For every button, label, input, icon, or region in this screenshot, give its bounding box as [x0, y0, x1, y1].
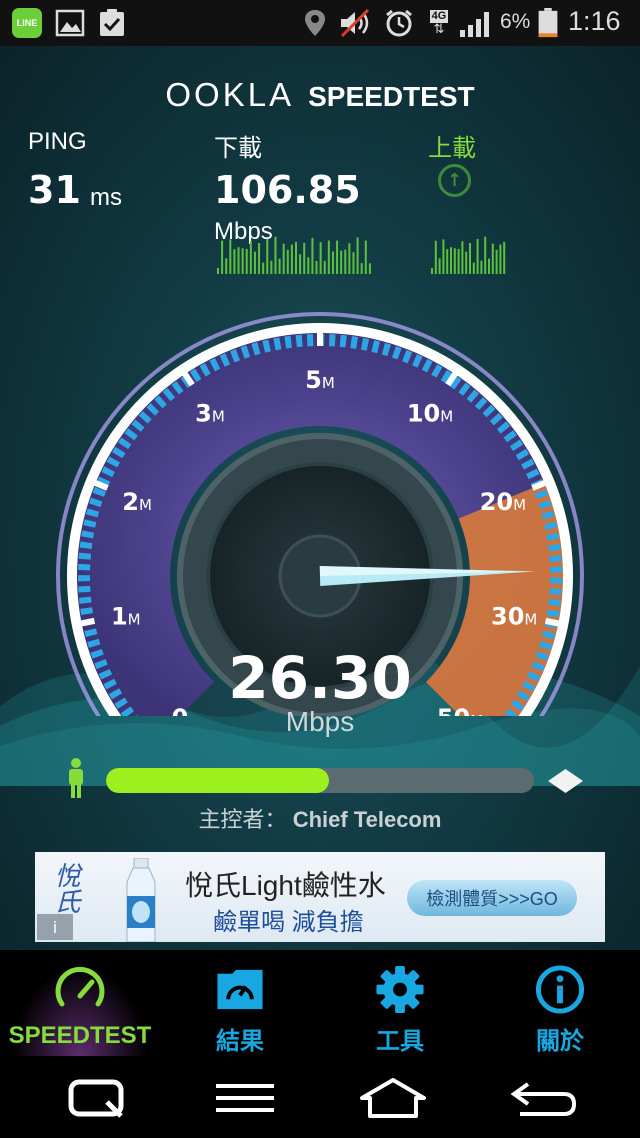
speedometer-icon [55, 966, 105, 1007]
speedtest-wordmark: SPEEDTEST [308, 81, 475, 112]
speedtest-screen: OOKLA SPEEDTEST PING 31 ms 下載 106.85 Mbps… [0, 46, 640, 950]
tab-tools[interactable]: 工具 [320, 950, 480, 1056]
ping-unit: ms [90, 184, 122, 211]
download-sparkline [217, 236, 371, 274]
ad-title: 悅氏Light鹼性水 [185, 870, 386, 901]
gear-icon [376, 965, 424, 1014]
gauge-major-tick [544, 617, 568, 629]
folder-gauge-icon [217, 969, 263, 1010]
host-label: 主控者： [198, 807, 287, 832]
signal-strength-icon [460, 12, 489, 37]
ad-info-icon[interactable]: i [37, 914, 73, 940]
person-icon [69, 758, 83, 798]
ping-label: PING [28, 128, 87, 155]
ad-brand: 悅氏 [50, 862, 80, 914]
upload-label: 上載 [428, 135, 476, 162]
network-type-indicator: 4G ⇅ [429, 9, 449, 37]
gallery-icon [55, 9, 85, 37]
tab-about[interactable]: 關於 [480, 950, 640, 1056]
current-speed-unit: Mbps [285, 706, 355, 737]
line-app-icon: LINE [12, 8, 42, 38]
menu-icon[interactable] [210, 1076, 280, 1120]
battery-percent: 6% [500, 10, 531, 33]
status-bar: LINE 4G ⇅ 6% 1:16 [0, 0, 640, 46]
tab-speedtest[interactable]: SPEEDTEST [0, 950, 160, 1056]
test-progress-fill [106, 768, 329, 793]
test-progress-bar [106, 768, 534, 793]
home-icon[interactable] [358, 1076, 428, 1120]
host-name: Chief Telecom [292, 807, 442, 832]
host-server: 主控者： Chief Telecom [0, 802, 640, 834]
tab-about-label: 關於 [536, 1028, 584, 1055]
sound-muted-icon [340, 8, 370, 38]
tab-results[interactable]: 結果 [160, 950, 320, 1056]
ad-subtitle: 鹼單喝 減負擔 [213, 909, 364, 936]
clock-time: 1:16 [568, 6, 621, 36]
server-icon [548, 769, 583, 793]
system-nav-bar [0, 1056, 640, 1138]
clipboard-check-icon [100, 9, 124, 36]
ad-banner[interactable]: 悅氏 悅氏Light鹼性水 鹼單喝 減負擔 檢測體質>>>GO i [35, 852, 605, 942]
battery-icon [538, 8, 558, 38]
ad-cta-button[interactable]: 檢測體質>>>GO [407, 880, 577, 916]
gauge-major-tick [72, 617, 96, 629]
alarm-clock-icon [386, 9, 412, 37]
location-pin-icon [305, 10, 325, 36]
tab-speedtest-label: SPEEDTEST [8, 1022, 152, 1049]
info-icon [535, 965, 585, 1014]
tab-tools-label: 工具 [376, 1028, 424, 1055]
ping-value: 31 [28, 168, 81, 212]
ookla-wordmark: OOKLA [165, 76, 295, 113]
back-icon[interactable] [508, 1076, 578, 1120]
qslide-icon[interactable] [63, 1076, 133, 1120]
upload-sparkline [431, 236, 506, 274]
tab-results-label: 結果 [216, 1028, 264, 1055]
download-label: 下載 [214, 135, 262, 162]
download-value: 106.85 [214, 168, 361, 212]
ookla-speedtest-logo: OOKLA SPEEDTEST [0, 76, 640, 114]
bottom-tab-bar: SPEEDTEST 結果 工具 關於 [0, 950, 640, 1056]
water-bottle-image [126, 858, 156, 942]
upload-arrow-icon: ↑ [438, 164, 471, 197]
current-speed-value: 26.30 [228, 644, 412, 712]
